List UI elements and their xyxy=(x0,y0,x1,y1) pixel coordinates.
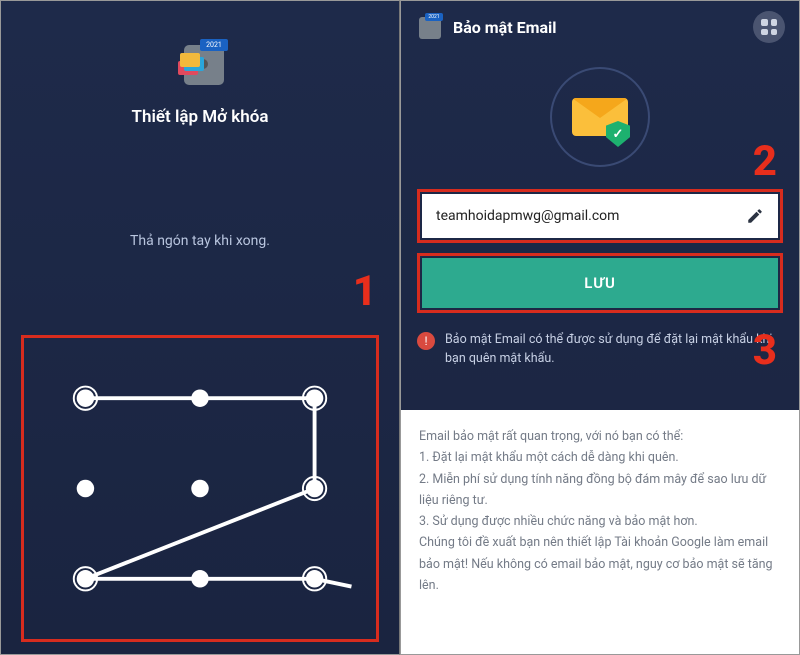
info-panel: Email bảo mật rất quan trọng, với nó bạn… xyxy=(401,410,799,654)
year-badge: 2021 xyxy=(425,13,443,21)
mail-illustration xyxy=(401,67,799,167)
save-button-highlight: LƯU xyxy=(417,253,783,313)
step-number-1: 1 xyxy=(353,267,377,316)
info-line-3: 3. Sử dụng được nhiều chức năng và bảo m… xyxy=(419,511,781,532)
email-value: teamhoidapmwg@gmail.com xyxy=(436,208,736,224)
app-vault-icon: 2021 xyxy=(174,39,226,87)
unlock-title: Thiết lập Mở khóa xyxy=(1,107,399,127)
email-input[interactable]: teamhoidapmwg@gmail.com xyxy=(422,194,778,238)
warning-icon: ! xyxy=(417,332,435,350)
step-number-2: 2 xyxy=(753,137,777,186)
edit-icon[interactable] xyxy=(746,207,764,225)
apps-grid-icon[interactable] xyxy=(753,11,785,43)
warning-text: Bảo mật Email có thể được sử dụng để đặt… xyxy=(445,331,783,369)
save-button[interactable]: LƯU xyxy=(422,258,778,308)
info-outro: Chúng tôi đề xuất bạn nên thiết lập Tài … xyxy=(419,532,781,596)
unlock-subtitle: Thả ngón tay khi xong. xyxy=(1,233,399,249)
toolbar: 2021 Bảo mật Email xyxy=(401,1,799,53)
email-security-screen: 2021 Bảo mật Email 2 teamhoidapmwg@gmail… xyxy=(400,0,800,655)
year-badge: 2021 xyxy=(200,39,228,51)
app-icon-wrap: 2021 xyxy=(1,39,399,87)
shield-check-icon xyxy=(606,121,630,147)
screen-title: Bảo mật Email xyxy=(453,18,741,37)
info-intro: Email bảo mật rất quan trọng, với nó bạn… xyxy=(419,426,781,447)
app-vault-icon: 2021 xyxy=(411,14,441,40)
warning-row: ! Bảo mật Email có thể được sử dụng để đ… xyxy=(401,313,799,381)
email-field-highlight: teamhoidapmwg@gmail.com xyxy=(417,189,783,243)
tutorial-container: 2021 Thiết lập Mở khóa Thả ngón tay khi … xyxy=(0,0,800,655)
info-line-2: 2. Miễn phí sử dụng tính năng đồng bộ đá… xyxy=(419,469,781,512)
pattern-lock[interactable] xyxy=(24,338,376,639)
unlock-setup-screen: 2021 Thiết lập Mở khóa Thả ngón tay khi … xyxy=(0,0,400,655)
pattern-highlight-box xyxy=(21,335,379,642)
step-number-3: 3 xyxy=(753,326,777,375)
info-line-1: 1. Đặt lại mật khẩu một cách dễ dàng khi… xyxy=(419,447,781,468)
